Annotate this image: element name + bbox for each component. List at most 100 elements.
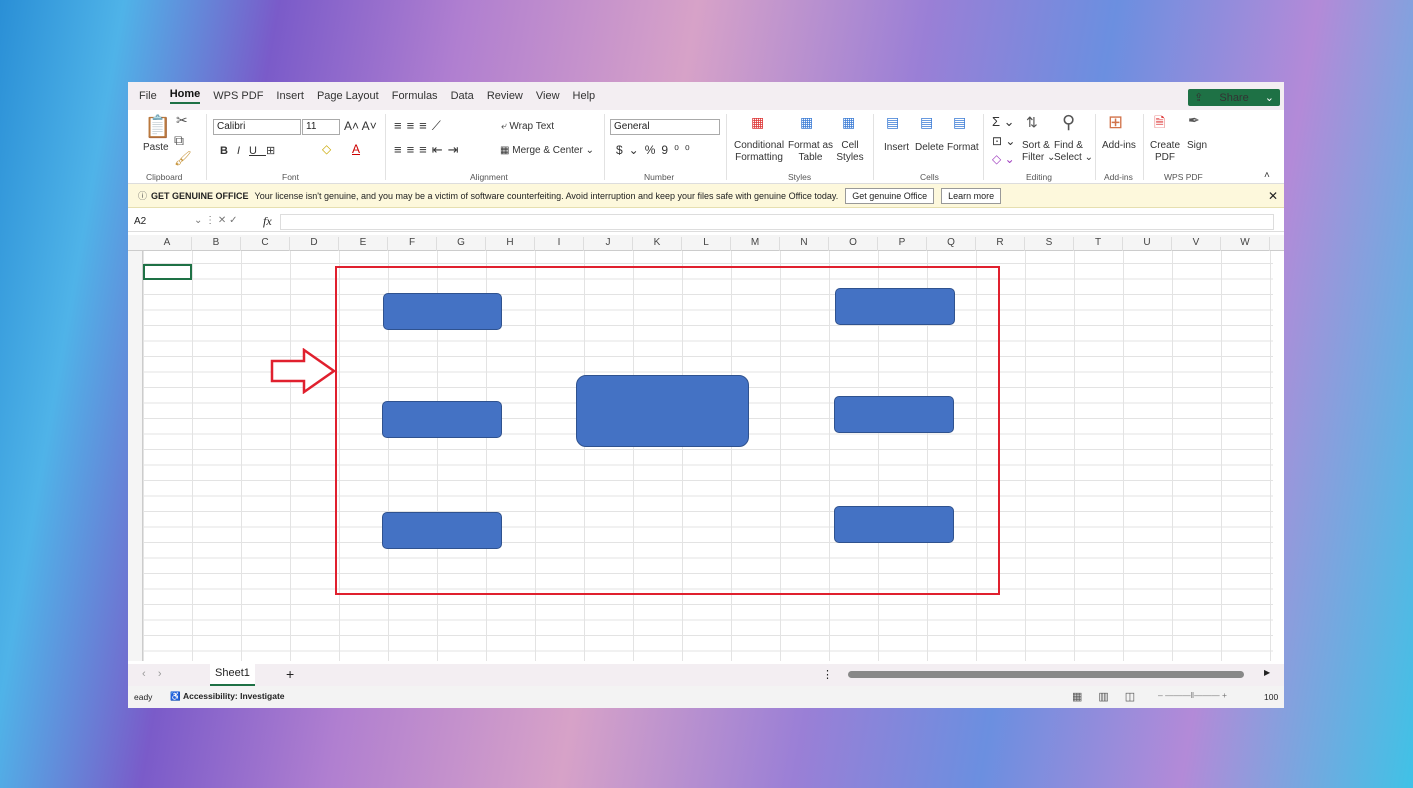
conditional-formatting-icon: ▦ <box>751 114 765 130</box>
column-header-F[interactable]: F <box>388 237 437 251</box>
column-header-G[interactable]: G <box>437 237 486 251</box>
clear-icon[interactable]: ◇ ⌄ <box>992 152 1015 166</box>
banner-title: GET GENUINE OFFICE <box>151 190 249 201</box>
sign-button[interactable]: Sign <box>1187 140 1207 151</box>
column-header-V[interactable]: V <box>1172 237 1221 251</box>
column-header-R[interactable]: R <box>976 237 1025 251</box>
font-color-icon[interactable]: A <box>352 142 360 156</box>
learn-more-button[interactable]: Learn more <box>941 187 1002 204</box>
collapse-ribbon-icon[interactable]: ˄ <box>1264 170 1270 181</box>
menu-view[interactable]: View <box>536 90 560 102</box>
sheet-tab-sheet1[interactable]: Sheet1 <box>210 664 255 686</box>
sort-filter-button[interactable]: Sort & Filter ⌄ <box>1022 140 1055 164</box>
create-pdf-button[interactable]: Create PDF <box>1150 140 1180 164</box>
delete-cells-button[interactable]: Delete <box>915 142 944 153</box>
name-box-dropdown-icon[interactable]: ⌄ ⋮ ✕ ✓ <box>194 215 237 226</box>
column-header-E[interactable]: E <box>339 237 388 251</box>
column-header-Q[interactable]: Q <box>927 237 976 251</box>
get-genuine-office-button[interactable]: Get genuine Office <box>845 187 935 204</box>
column-header-I[interactable]: I <box>535 237 584 251</box>
column-header-C[interactable]: C <box>241 237 290 251</box>
conditional-formatting-button[interactable]: Conditional Formatting <box>734 140 784 164</box>
font-grow-icon[interactable]: A˄ A˅ <box>344 119 377 133</box>
menu-review[interactable]: Review <box>487 90 523 102</box>
share-button[interactable]: ⇪ Share ⌄ <box>1188 89 1280 106</box>
menu-page-layout[interactable]: Page Layout <box>317 90 379 102</box>
horizontal-scrollbar[interactable] <box>848 671 1244 678</box>
sheet-nav-icons[interactable]: ‹ › <box>142 668 162 680</box>
rectangle-shape[interactable] <box>382 401 502 438</box>
menu-wps-pdf[interactable]: WPS PDF <box>213 90 263 102</box>
find-select-button[interactable]: Find & Select ⌄ <box>1054 140 1093 164</box>
fill-icon[interactable]: ⊡ ⌄ <box>992 134 1015 148</box>
column-header-U[interactable]: U <box>1123 237 1172 251</box>
column-header-K[interactable]: K <box>633 237 682 251</box>
column-header-J[interactable]: J <box>584 237 633 251</box>
format-cells-button[interactable]: Format <box>947 142 979 153</box>
cut-icon[interactable]: ✂ <box>176 112 188 129</box>
format-as-table-button[interactable]: Format as Table <box>788 140 833 164</box>
column-header-N[interactable]: N <box>780 237 829 251</box>
add-ins-button[interactable]: Add-ins <box>1102 140 1136 151</box>
font-size-select[interactable]: 11 <box>302 119 340 135</box>
add-sheet-button[interactable]: + <box>286 666 294 682</box>
share-icon: ⇪ <box>1194 92 1207 104</box>
copy-icon[interactable]: ⧉ <box>174 132 184 149</box>
column-header-O[interactable]: O <box>829 237 878 251</box>
ready-status: eady <box>134 692 153 702</box>
group-label: Alignment <box>470 172 508 182</box>
number-format-select[interactable]: General <box>610 119 720 135</box>
autosum-icon[interactable]: Σ ⌄ <box>992 114 1015 130</box>
column-header-S[interactable]: S <box>1025 237 1074 251</box>
column-header-L[interactable]: L <box>682 237 731 251</box>
create-pdf-icon: 🗎 <box>1154 114 1166 130</box>
column-header-W[interactable]: W <box>1221 237 1270 251</box>
cell-styles-button[interactable]: Cell Styles <box>832 140 868 164</box>
font-name-select[interactable]: Calibri <box>213 119 301 135</box>
column-header-D[interactable]: D <box>290 237 339 251</box>
menu-home[interactable]: Home <box>169 88 201 104</box>
right-arrow-shape[interactable] <box>270 348 338 394</box>
name-box[interactable]: A2 <box>134 216 146 227</box>
wrap-text-button[interactable]: ⤶ Wrap Text <box>501 121 554 132</box>
scroll-right-icon[interactable]: ▶ <box>1264 668 1270 677</box>
menu-formulas[interactable]: Formulas <box>392 90 438 102</box>
vertical-align-icons[interactable]: ≡≡≡⟋ <box>394 118 446 134</box>
column-header-T[interactable]: T <box>1074 237 1123 251</box>
menu-insert[interactable]: Insert <box>276 90 304 102</box>
fill-color-icon[interactable]: ◇ <box>322 142 331 156</box>
rectangle-shape[interactable] <box>382 512 502 549</box>
sheet-tab-bar: ‹ › Sheet1 + ⋮ ▶ <box>128 664 1284 686</box>
column-header-B[interactable]: B <box>192 237 241 251</box>
rectangle-shape-center[interactable] <box>576 375 749 447</box>
paste-icon[interactable]: 📋 <box>144 114 171 140</box>
rectangle-shape[interactable] <box>834 506 954 543</box>
menu-file[interactable]: File <box>139 90 157 102</box>
column-header-P[interactable]: P <box>878 237 927 251</box>
view-mode-icons[interactable]: ▦▥◫ <box>1072 690 1151 703</box>
column-header-A[interactable]: A <box>143 237 192 251</box>
menu-help[interactable]: Help <box>573 90 596 102</box>
rectangle-shape[interactable] <box>834 396 954 433</box>
more-icon[interactable]: ⋮ <box>822 668 833 681</box>
column-header-M[interactable]: M <box>731 237 780 251</box>
close-banner-icon[interactable]: ✕ <box>1268 189 1278 203</box>
number-format-icons[interactable]: $⌄%9⁰⁰ <box>616 143 696 157</box>
delete-cells-icon: ▤ <box>920 114 934 130</box>
zoom-slider[interactable]: – ———‖——— + <box>1158 690 1227 700</box>
format-painter-icon[interactable]: 🖌 <box>174 150 192 167</box>
insert-function-icon[interactable]: fx <box>263 214 272 229</box>
menu-data[interactable]: Data <box>451 90 474 102</box>
accessibility-status[interactable]: ♿ Accessibility: Investigate <box>170 691 285 702</box>
rectangle-shape[interactable] <box>835 288 955 325</box>
column-header-H[interactable]: H <box>486 237 535 251</box>
insert-cells-button[interactable]: Insert <box>884 142 909 153</box>
format-table-icon: ▦ <box>800 114 814 130</box>
horizontal-align-icons[interactable]: ≡≡≡⇤⇥ <box>394 142 464 158</box>
font-style-buttons[interactable]: BIU⊞ <box>220 144 284 157</box>
selected-cell[interactable] <box>143 264 192 280</box>
merge-center-button[interactable]: ▦ Merge & Center ⌄ <box>500 145 594 156</box>
paste-button[interactable]: Paste <box>143 142 169 153</box>
rectangle-shape[interactable] <box>383 293 502 330</box>
formula-input[interactable] <box>280 214 1274 230</box>
